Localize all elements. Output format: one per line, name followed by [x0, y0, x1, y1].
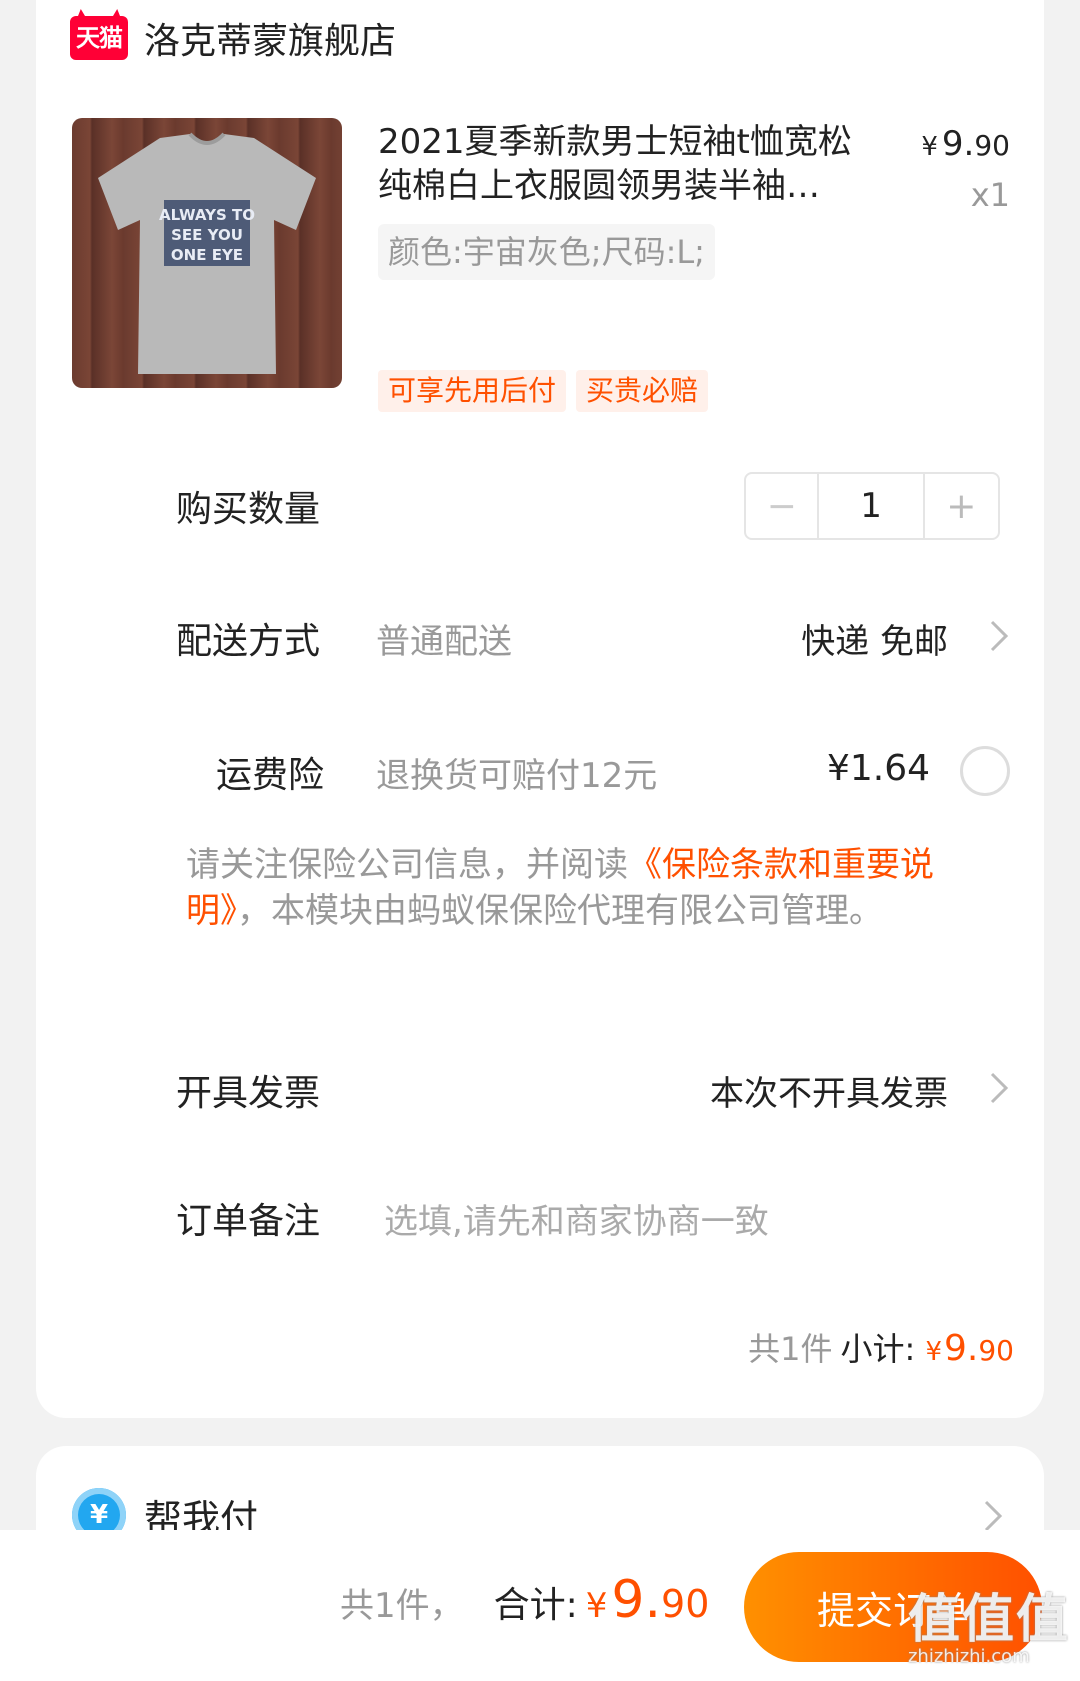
product-quantity: x1	[970, 176, 1010, 214]
freight-insurance-price: ¥1.64	[826, 748, 930, 789]
notice-prefix: 请关注保险公司信息，并阅读	[186, 845, 628, 885]
chevron-right-icon	[990, 1072, 1009, 1104]
product-title[interactable]: 2021夏季新款男士短袖t恤宽松纯棉白上衣服圆领男装半袖…	[378, 120, 858, 208]
notice-suffix: ，本模块由蚂蚁保保险代理有限公司管理。	[237, 891, 883, 931]
svg-text:ALWAYS TO: ALWAYS TO	[159, 206, 255, 224]
product-price: ¥9.90	[921, 124, 1010, 164]
order-card: 天猫 洛克蒂蒙旗舰店 ALWAYS TO SEE YOU ONE EYE 202…	[36, 0, 1044, 1418]
remark-label: 订单备注	[176, 1201, 321, 1242]
increase-button[interactable]: +	[925, 474, 998, 538]
total-count: 共1件，	[340, 1586, 464, 1626]
decrease-button[interactable]: −	[746, 474, 820, 538]
delivery-sub: 普通配送	[376, 622, 512, 662]
invoice-label: 开具发票	[176, 1073, 321, 1114]
price-int: 9.	[941, 124, 975, 164]
insurance-notice: 请关注保险公司信息，并阅读《保险条款和重要说明》，本模块由蚂蚁保保险代理有限公司…	[186, 842, 1016, 934]
sku-selector[interactable]: 颜色:宇宙灰色;尺码:L;	[378, 224, 715, 280]
freight-insurance-sub: 退换货可赔付12元	[376, 756, 658, 796]
svg-text:SEE YOU: SEE YOU	[171, 226, 243, 244]
quantity-stepper: − 1 +	[744, 472, 1000, 540]
remark-input[interactable]: 选填,请先和商家协商一致	[384, 1194, 769, 1243]
chevron-right-icon	[990, 620, 1009, 652]
product-image[interactable]: ALWAYS TO SEE YOU ONE EYE	[72, 118, 342, 388]
subtotal-count: 共1件	[748, 1330, 833, 1368]
service-tags: 可享先用后付 买贵必赔	[378, 370, 709, 412]
total-info: 共1件， 合计: ¥9.90	[340, 1570, 709, 1630]
purchase-qty-label: 购买数量	[176, 489, 321, 530]
svg-text:ONE EYE: ONE EYE	[171, 246, 243, 264]
total-amount: ¥9.90	[585, 1570, 710, 1630]
price-dec: 90	[974, 129, 1010, 162]
freight-insurance-radio[interactable]	[960, 746, 1010, 796]
tag-price-protect: 买贵必赔	[576, 370, 709, 412]
tag-pay-later: 可享先用后付	[378, 370, 567, 412]
shop-name[interactable]: 洛克蒂蒙旗舰店	[144, 12, 396, 64]
freight-insurance-label: 运费险	[216, 755, 325, 796]
price-symbol: ¥	[921, 132, 938, 162]
quantity-input[interactable]: 1	[819, 474, 925, 538]
site-watermark: 值值值 zhizhizhi.com	[907, 1590, 1070, 1667]
subtotal-label: 小计:	[840, 1330, 916, 1368]
subtotal: 共1件 小计: ¥9.90	[748, 1324, 1014, 1370]
tshirt-icon: ALWAYS TO SEE YOU ONE EYE	[98, 132, 316, 374]
delivery-label: 配送方式	[176, 621, 321, 662]
total-label: 合计:	[493, 1585, 578, 1626]
subtotal-amount: ¥9.90	[925, 1328, 1014, 1369]
invoice-value: 本次不开具发票	[710, 1074, 948, 1114]
tmall-logo-icon: 天猫	[70, 16, 128, 60]
delivery-value: 快递 免邮	[801, 622, 948, 662]
shop-header[interactable]: 天猫 洛克蒂蒙旗舰店	[70, 10, 396, 66]
bottom-bar: 共1件， 合计: ¥9.90 提交订单 值值值 zhizhizhi.com	[0, 1530, 1080, 1681]
